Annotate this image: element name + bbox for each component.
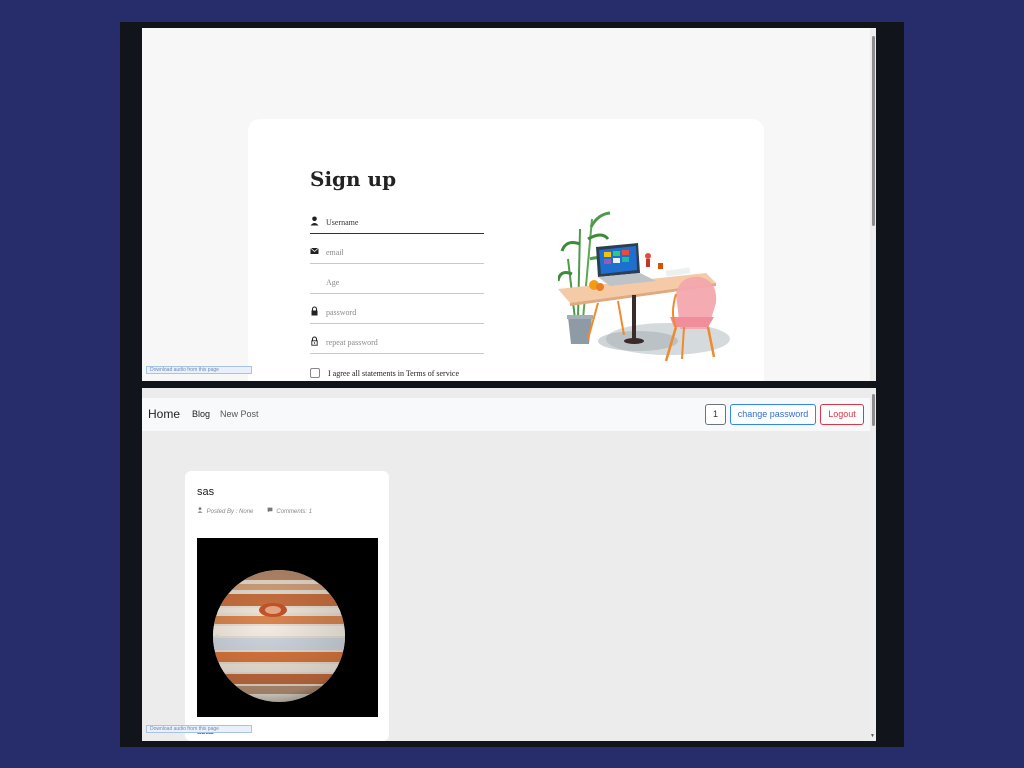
nav-blog-link[interactable]: Blog (192, 409, 210, 419)
age-field[interactable] (310, 274, 484, 294)
scrollbar-thumb[interactable] (872, 394, 875, 426)
scrollbar-thumb[interactable] (872, 36, 875, 226)
person-icon (197, 507, 205, 515)
signup-title: Sign up (310, 167, 397, 191)
email-input[interactable] (326, 245, 482, 259)
signup-card: Sign up Username email Age I agree all s… (248, 119, 764, 381)
nav-new-post-link[interactable]: New Post (220, 409, 259, 419)
comments-count: Comments: 1 (276, 509, 313, 515)
jupiter-image (197, 538, 378, 717)
vertical-scrollbar[interactable]: ▼ (870, 388, 876, 741)
signup-window: Sign up Username email Age I agree all s… (142, 28, 876, 381)
username-input[interactable] (326, 215, 482, 229)
change-password-button[interactable]: change password (730, 404, 816, 425)
download-audio-bar[interactable]: Download audio from this page (146, 725, 252, 733)
count-button[interactable]: 1 (705, 404, 726, 425)
comment-icon (267, 507, 275, 515)
desk-illustration (558, 211, 730, 362)
terms-label: I agree all statements in Terms of servi… (328, 368, 460, 378)
password-field[interactable] (310, 304, 484, 324)
scroll-down-arrow-icon[interactable]: ▼ (870, 733, 875, 739)
username-field[interactable] (310, 214, 484, 234)
post-meta: Posted By : None Comments: 1 (197, 507, 312, 515)
vertical-scrollbar[interactable] (870, 28, 876, 381)
blog-window: ▼ Home Blog New Post 1 change password L… (142, 388, 876, 741)
password-input[interactable] (326, 305, 482, 319)
lock-icon (310, 306, 319, 316)
terms-row: I agree all statements in Terms of servi… (310, 368, 459, 378)
email-field[interactable] (310, 244, 484, 264)
navbar: Home Blog New Post 1 change password Log… (142, 398, 870, 431)
repeat-password-input[interactable] (326, 335, 482, 349)
logout-button[interactable]: Logout (820, 404, 864, 425)
posted-by: Posted By : None (206, 509, 254, 515)
age-input[interactable] (326, 275, 482, 289)
post-title[interactable]: sas (197, 486, 214, 498)
download-audio-bar[interactable]: Download audio from this page (146, 366, 252, 374)
download-audio-label: Download audio from this page (150, 367, 219, 373)
download-audio-label: Download audio from this page (150, 726, 219, 732)
person-icon (310, 216, 319, 226)
terms-checkbox[interactable] (310, 368, 320, 378)
nav-home-link[interactable]: Home (148, 407, 180, 421)
envelope-icon (310, 246, 319, 256)
post-card[interactable]: sas Posted By : None Comments: 1 (185, 471, 389, 741)
lock-outline-icon (310, 336, 319, 346)
repeat-password-field[interactable] (310, 334, 484, 354)
